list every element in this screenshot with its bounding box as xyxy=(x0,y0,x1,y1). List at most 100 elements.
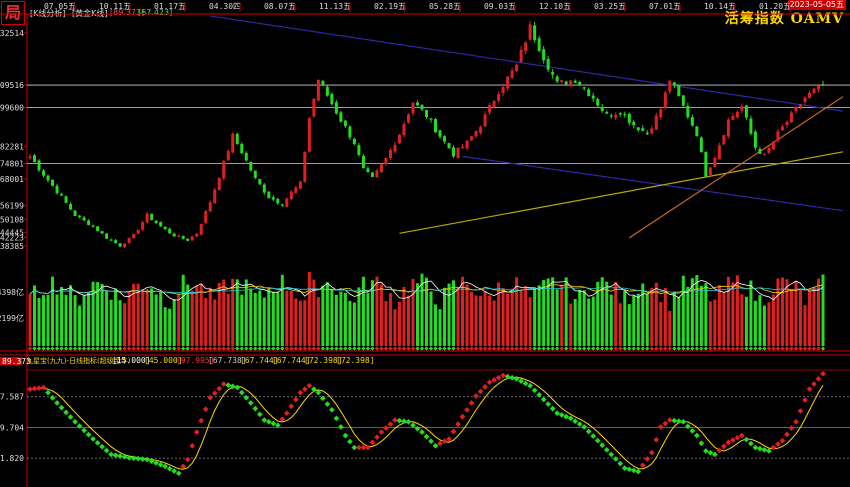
candle-body xyxy=(312,98,316,117)
signal-marker xyxy=(667,346,672,351)
x-tick-label: 03.25五 xyxy=(594,2,626,11)
volume-bar xyxy=(506,293,510,346)
signal-marker xyxy=(235,346,240,351)
volume-bar xyxy=(519,289,523,346)
volume-bar xyxy=(573,299,577,346)
oscillator-point xyxy=(432,442,439,449)
signal-marker xyxy=(379,346,384,351)
candle-body xyxy=(343,120,347,127)
oscillator-point xyxy=(459,413,466,420)
trendline-channel-upper xyxy=(210,15,844,112)
signal-marker xyxy=(293,346,298,351)
oscillator-point xyxy=(108,451,114,458)
signal-marker xyxy=(780,346,785,351)
candle-body xyxy=(222,160,226,179)
volume-bar xyxy=(303,300,307,346)
signal-marker xyxy=(735,346,740,351)
volume-bar xyxy=(731,282,735,346)
volume-bar xyxy=(429,291,433,346)
volume-bar xyxy=(177,293,181,346)
oscillator-point xyxy=(324,401,331,407)
candle-body xyxy=(501,87,505,93)
candle-body xyxy=(564,81,568,85)
candle-body xyxy=(231,133,235,153)
candle-body xyxy=(686,105,690,118)
candle-body xyxy=(794,107,798,112)
signal-marker xyxy=(717,346,722,351)
volume-bar xyxy=(235,279,239,346)
oscillator-point xyxy=(730,437,736,443)
signal-marker xyxy=(460,346,465,351)
oscillator-point xyxy=(252,405,259,412)
signal-marker xyxy=(784,346,790,351)
volume-bar xyxy=(231,278,235,346)
oscillator-point xyxy=(536,392,542,398)
candle-body xyxy=(726,119,730,137)
price-tick-label: 99600 xyxy=(0,103,24,112)
volume-bar xyxy=(150,288,154,346)
candle-body xyxy=(366,168,370,173)
oscillator-point xyxy=(387,421,394,427)
candle-body xyxy=(762,154,766,156)
oscillator-point xyxy=(531,387,538,394)
volume-bar xyxy=(609,294,613,346)
volume-bar xyxy=(64,294,68,346)
volume-bar xyxy=(352,302,356,346)
candle-body xyxy=(276,198,280,204)
volume-bar xyxy=(722,292,726,346)
oscillator-point xyxy=(220,381,227,387)
volume-bar xyxy=(276,292,280,346)
candle-body xyxy=(614,114,618,118)
oscillator-point xyxy=(58,404,65,411)
signal-marker xyxy=(419,346,425,351)
signal-marker xyxy=(185,346,190,351)
signal-marker xyxy=(582,346,587,351)
volume-bar xyxy=(100,283,104,346)
candle-body xyxy=(168,228,172,234)
signal-marker xyxy=(41,346,46,351)
signal-marker xyxy=(131,346,136,351)
oscillator-point xyxy=(639,462,646,469)
x-tick-label: 12.10五 xyxy=(539,2,571,11)
volume-bar xyxy=(343,292,347,346)
signal-marker xyxy=(239,346,244,351)
signal-marker xyxy=(487,346,492,351)
signal-marker xyxy=(541,346,546,351)
volume-bar xyxy=(217,282,221,346)
candle-body xyxy=(163,226,167,229)
signal-marker xyxy=(550,346,555,351)
x-tick-label: 07.05五 xyxy=(44,2,76,11)
chart-canvas: 07.05五 10.11五 01.17五 04.30四 08.07五 11.13五 02.1… xyxy=(0,2,850,487)
volume-bar xyxy=(60,286,64,346)
x-tick-label: 10.14五 xyxy=(704,2,736,11)
signal-marker xyxy=(771,346,776,351)
volume-bar xyxy=(109,299,113,346)
oscillator-point xyxy=(347,438,353,445)
oscillator-point xyxy=(694,432,700,439)
candle-body xyxy=(150,213,154,221)
candle-body xyxy=(51,179,55,186)
signal-marker xyxy=(663,346,668,351)
candle-body xyxy=(307,118,311,152)
oscillator-point xyxy=(513,376,520,382)
oscillator-point xyxy=(63,409,69,416)
candle-body xyxy=(650,128,654,134)
signal-marker xyxy=(154,346,159,351)
signal-marker xyxy=(212,346,217,351)
signal-marker xyxy=(748,346,754,351)
volume-bar xyxy=(749,280,753,346)
candle-body xyxy=(114,240,118,244)
signal-marker xyxy=(726,346,731,351)
candle-body xyxy=(717,145,721,160)
candle-body xyxy=(798,104,802,107)
oscillator-point xyxy=(793,418,799,425)
signal-marker xyxy=(613,346,618,351)
signal-marker xyxy=(739,346,745,351)
oscillator-point xyxy=(549,405,556,412)
candle-body xyxy=(154,220,158,224)
volume-tick-label: 2199亿 xyxy=(0,313,24,323)
signal-marker xyxy=(672,346,677,351)
oscillator-point xyxy=(27,386,33,392)
volume-bar xyxy=(659,302,663,346)
volume-bar xyxy=(726,276,730,346)
